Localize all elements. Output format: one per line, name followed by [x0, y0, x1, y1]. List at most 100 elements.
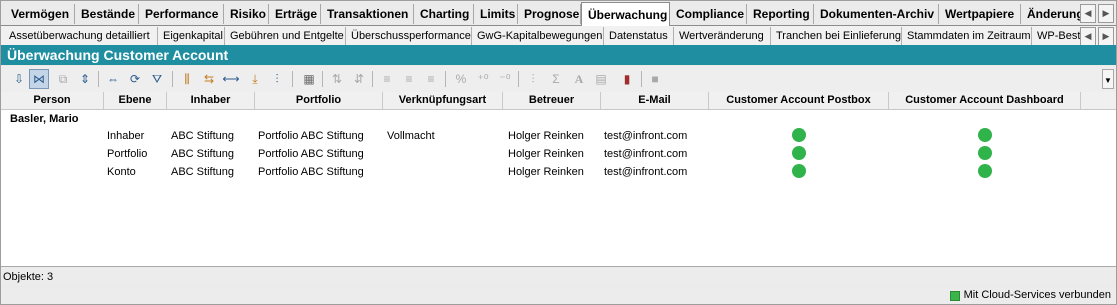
column-header-betreuer[interactable]: Betreuer [503, 92, 601, 109]
insert-column-icon[interactable]: ⫼ [177, 69, 197, 89]
data-grid: Person Ebene Inhaber Portfolio Verknüpfu… [1, 92, 1116, 266]
download-icon[interactable]: ⤓ [245, 69, 265, 89]
subtab-datenstatus[interactable]: Datenstatus [604, 27, 674, 45]
cell-inhaber: ABC Stiftung [171, 130, 234, 142]
group-label: Basler, Mario [10, 113, 79, 125]
align-right-icon[interactable]: ≡ [421, 69, 441, 89]
tab-dokumenten-archiv[interactable]: Dokumenten-Archiv [814, 4, 939, 24]
cell-verknuepfungsart: Vollmacht [387, 130, 435, 142]
postbox-status-icon [792, 128, 806, 142]
toolbar-overflow-icon[interactable]: ▼ [1102, 69, 1114, 89]
move-column-icon[interactable]: ⇆ [199, 69, 219, 89]
toolbar: ⇩ ⋈ ⧉ ⇕ ⇔ ⟳ ⛛ ⫼ ⇆ ⟷ ⤓ ⫶ ▦ ⇅ ⇵ ≡ ≡ ≡ % ⁺⁰… [1, 66, 1116, 93]
column-header-verknuepfungsart[interactable]: Verknüpfungsart [383, 92, 503, 109]
subtab-tranchen[interactable]: Tranchen bei Einlieferung [771, 27, 902, 45]
toolbar-divider [322, 71, 323, 87]
tab-ertraege[interactable]: Erträge [269, 4, 321, 24]
percent-icon[interactable]: % [451, 69, 471, 89]
subtab-gwg[interactable]: GwG-Kapitalbewegungen [472, 27, 604, 45]
toolbar-divider [641, 71, 642, 87]
cloud-connected-icon [949, 290, 960, 301]
refresh-icon[interactable]: ⟳ [125, 69, 145, 89]
tab-charting[interactable]: Charting [414, 4, 474, 24]
cell-inhaber: ABC Stiftung [171, 166, 234, 178]
column-header-person[interactable]: Person [1, 92, 104, 109]
tab-reporting[interactable]: Reporting [747, 4, 814, 24]
main-tab-bar: Vermögen Bestände Performance Risiko Ert… [1, 1, 1116, 26]
cell-email: test@infront.com [604, 130, 688, 142]
sum-icon[interactable]: Σ [546, 69, 566, 89]
subtab-wp-best[interactable]: WP-Best [1032, 27, 1082, 45]
dashboard-status-icon [978, 128, 992, 142]
cloud-status: Mit Cloud-Services verbunden [949, 287, 1111, 304]
decrease-decimal-icon[interactable]: ⁻⁰ [495, 69, 515, 89]
fit-width-icon[interactable]: ⇔ [103, 69, 123, 89]
dashboard-status-icon [978, 146, 992, 160]
toolbar-divider [372, 71, 373, 87]
scroll-left-icon[interactable]: ◀ [1080, 4, 1096, 23]
column-format-icon[interactable]: ⫶ [523, 69, 543, 89]
tab-risiko[interactable]: Risiko [224, 4, 269, 24]
table-row[interactable]: Inhaber ABC Stiftung Portfolio ABC Stift… [1, 127, 1116, 145]
cell-ebene: Portfolio [107, 148, 148, 160]
sort-desc-icon[interactable]: ⇵ [349, 69, 369, 89]
cell-portfolio: Portfolio ABC Stiftung [258, 148, 364, 160]
tab-aenderung[interactable]: Änderung [1021, 4, 1084, 24]
align-center-icon[interactable]: ≡ [399, 69, 419, 89]
tab-ueberwachung[interactable]: Überwachung [581, 2, 670, 26]
tab-wertpapiere[interactable]: Wertpapiere [939, 4, 1021, 24]
objects-status-bar: Objekte: 3 [1, 266, 1116, 286]
column-header-ebene[interactable]: Ebene [104, 92, 167, 109]
column-width-icon[interactable]: ⟷ [221, 69, 241, 89]
font-icon[interactable]: A [569, 69, 589, 89]
cell-ebene: Inhaber [107, 130, 145, 142]
toolbar-divider [518, 71, 519, 87]
column-header-dashboard[interactable]: Customer Account Dashboard [889, 92, 1081, 109]
tab-performance[interactable]: Performance [139, 4, 224, 24]
fit-height-icon[interactable]: ⇕ [75, 69, 95, 89]
cell-inhaber: ABC Stiftung [171, 148, 234, 160]
main-tab-scroll: ◀ ▶ [1080, 4, 1114, 23]
postbox-status-icon [792, 164, 806, 178]
table-row[interactable]: Konto ABC Stiftung Portfolio ABC Stiftun… [1, 163, 1116, 181]
increase-decimal-icon[interactable]: ⁺⁰ [473, 69, 493, 89]
align-left-icon[interactable]: ≡ [377, 69, 397, 89]
tab-vermoegen[interactable]: Vermögen [5, 4, 75, 24]
column-header-portfolio[interactable]: Portfolio [255, 92, 383, 109]
grid-header: Person Ebene Inhaber Portfolio Verknüpfu… [1, 92, 1116, 110]
cloud-status-text: Mit Cloud-Services verbunden [963, 289, 1111, 301]
subtab-assetueberwachung[interactable]: Assetüberwachung detailliert [4, 27, 158, 45]
tab-bestaende[interactable]: Bestände [75, 4, 139, 24]
page-title: Überwachung Customer Account [1, 45, 1116, 65]
sort-asc-icon[interactable]: ⇅ [327, 69, 347, 89]
tab-prognose[interactable]: Prognose [518, 4, 581, 24]
tab-compliance[interactable]: Compliance [670, 4, 747, 24]
stop-icon[interactable]: ■ [645, 69, 665, 89]
table-row[interactable]: Portfolio ABC Stiftung Portfolio ABC Sti… [1, 145, 1116, 163]
column-header-inhaber[interactable]: Inhaber [167, 92, 255, 109]
column-header-postbox[interactable]: Customer Account Postbox [709, 92, 889, 109]
group-icon[interactable]: ⋈ [29, 69, 49, 89]
text-color-icon[interactable]: ▤ [591, 69, 611, 89]
tab-transaktionen[interactable]: Transaktionen [321, 4, 414, 24]
scroll-left-icon[interactable]: ◀ [1080, 27, 1096, 46]
dashboard-status-icon [978, 164, 992, 178]
copy-icon[interactable]: ⧉ [53, 69, 73, 89]
subtab-gebuehren[interactable]: Gebühren und Entgelte [225, 27, 346, 45]
cell-email: test@infront.com [604, 166, 688, 178]
sub-tab-bar: Assetüberwachung detailliert Eigenkapita… [1, 26, 1116, 46]
column-settings-icon[interactable]: ⫶ [267, 69, 287, 89]
subtab-wertveraenderung[interactable]: Wertveränderung [674, 27, 771, 45]
column-header-email[interactable]: E-Mail [601, 92, 709, 109]
scroll-right-icon[interactable]: ▶ [1098, 27, 1114, 46]
postbox-status-icon [792, 146, 806, 160]
export-icon[interactable]: ⇩ [9, 69, 29, 89]
table-icon[interactable]: ▦ [299, 69, 319, 89]
scroll-right-icon[interactable]: ▶ [1098, 4, 1114, 23]
bar-chart-icon[interactable]: ▮ [617, 69, 637, 89]
tab-limits[interactable]: Limits [474, 4, 518, 24]
subtab-ueberschussperformance[interactable]: Überschussperformance [346, 27, 472, 45]
subtab-stammdaten[interactable]: Stammdaten im Zeitraum [902, 27, 1032, 45]
subtab-eigenkapital[interactable]: Eigenkapital [158, 27, 225, 45]
filter-icon[interactable]: ⛛ [147, 69, 167, 89]
